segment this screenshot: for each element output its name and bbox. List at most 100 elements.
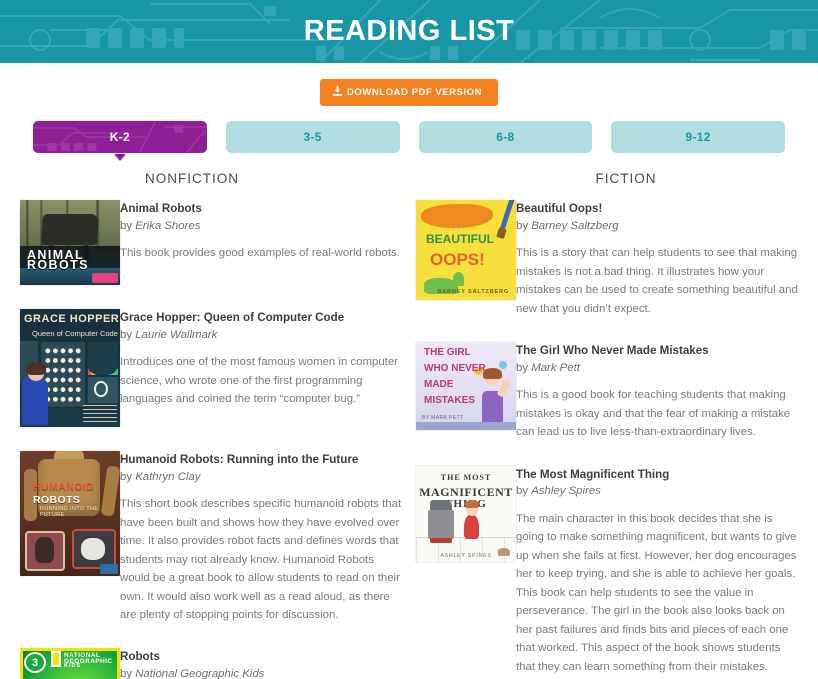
- book-author-name: Barney Saltzberg: [531, 219, 619, 232]
- cover-girl-body-art: [482, 391, 503, 425]
- book-item: BEAUTIFUL OOPS! BARNEY SALTZBERG Beautif…: [416, 200, 798, 318]
- book-cover-cell: ANIMAL ROBOTS: [20, 200, 120, 285]
- download-icon: [332, 86, 342, 99]
- cover-author-line: ASHLEY SPIRES: [440, 552, 492, 559]
- cover-title-line-1: GRACE HOPPER: [24, 312, 120, 325]
- cover-robot-art: [41, 213, 99, 245]
- cover-title-line-2: OOPS!: [430, 250, 485, 269]
- cover-author-line: BY MARK PETT: [422, 415, 464, 422]
- cover-author-line: BARNEY SALTZBERG: [437, 289, 509, 295]
- tab-k-2[interactable]: K-2: [33, 121, 207, 161]
- cover-girl-body-art: [464, 513, 479, 539]
- book-columns: ANIMAL ROBOTS Animal Robots by Erika Sho…: [0, 186, 818, 679]
- cover-wires-art: [88, 342, 118, 376]
- cover-title-line-2: ROBOTS: [33, 493, 81, 506]
- book-title: The Most Magnificent Thing: [516, 467, 670, 481]
- book-info: The Most Magnificent Thing by Ashley Spi…: [516, 466, 798, 676]
- cover-paint-splash-art: [421, 204, 493, 228]
- book-title: The Girl Who Never Made Mistakes: [516, 344, 709, 358]
- cover-paintbrush-art: [499, 200, 516, 230]
- book-by-label: by: [516, 361, 532, 374]
- tab-k-2-label: K-2: [109, 130, 130, 144]
- book-author: by Barney Saltzberg: [516, 218, 798, 235]
- book-item: ANIMAL ROBOTS Animal Robots by Erika Sho…: [20, 200, 402, 285]
- book-info: Beautiful Oops! by Barney Saltzberg This…: [516, 200, 798, 318]
- book-title: Humanoid Robots: Running into the Future: [120, 453, 359, 466]
- nonfiction-heading: NONFICTION: [145, 171, 239, 186]
- book-description: This is a story that can help students t…: [516, 247, 798, 315]
- book-by-label: by: [516, 485, 532, 498]
- download-pdf-button[interactable]: DOWNLOAD PDF VERSION: [319, 79, 499, 106]
- cover-level-badge: 3: [24, 651, 46, 673]
- book-info: Humanoid Robots: Running into the Future…: [120, 451, 402, 624]
- book-cover-girl-who-never-made-mistakes[interactable]: THE GIRL WHO NEVER MADE MISTAKES BY MARK…: [416, 342, 516, 431]
- natgeo-logo-icon: [51, 651, 61, 667]
- book-by-label: by: [120, 328, 136, 341]
- book-author-name: National Geographic Kids: [135, 668, 265, 679]
- cover-publisher-badge: [92, 272, 118, 283]
- cover-title-line-3: RUNNING INTO THE FUTURE: [40, 506, 99, 518]
- book-cover-cell: THE GIRL WHO NEVER MADE MISTAKES BY MARK…: [416, 342, 516, 442]
- book-description: Introduces one of the most famous women …: [120, 356, 398, 406]
- tab-3-5-label: 3-5: [303, 130, 322, 144]
- cover-woman-body-art: [22, 377, 48, 425]
- book-item: THE GIRL WHO NEVER MADE MISTAKES BY MARK…: [416, 342, 798, 442]
- book-cover-humanoid-robots[interactable]: HUMANOID ROBOTS RUNNING INTO THE FUTURE: [20, 451, 120, 576]
- book-description: This short book describes specific human…: [120, 498, 402, 621]
- cover-dials-art: [43, 345, 83, 404]
- book-title: Robots: [120, 650, 160, 664]
- book-title: Grace Hopper: Queen of Computer Code: [120, 311, 345, 324]
- cover-title-line-2: ROBOTS: [27, 257, 89, 272]
- cover-title-line-1: THE MOST: [440, 473, 492, 483]
- book-author: by Laurie Wallmark: [120, 327, 402, 344]
- cover-photo-inset-2-art: [72, 528, 116, 569]
- book-author: by Mark Pett: [516, 360, 798, 377]
- cover-title-line-1: BEAUTIFUL: [426, 232, 494, 246]
- cover-ground-art: [416, 422, 516, 431]
- tab-3-5[interactable]: 3-5: [225, 121, 400, 153]
- book-cover-robots-natgeo[interactable]: 3 NATIONAL GEOGRAPHIC KIDS Robots: [20, 648, 120, 679]
- book-author: by Erika Shores: [120, 218, 402, 235]
- book-info: Grace Hopper: Queen of Computer Code by …: [120, 309, 402, 427]
- book-author-name: Laurie Wallmark: [135, 328, 218, 341]
- cover-woman-hair-art: [26, 362, 46, 376]
- book-item: THE MOST MAGNIFICENT THING ASHLEY SPIRES…: [416, 465, 798, 676]
- book-item: HUMANOID ROBOTS RUNNING INTO THE FUTURE …: [20, 451, 402, 624]
- tab-6-8[interactable]: 6-8: [418, 121, 593, 153]
- tab-6-8-label: 6-8: [496, 130, 515, 144]
- book-info: Robots by National Geographic Kids This …: [120, 648, 402, 679]
- book-title: Beautiful Oops!: [516, 202, 603, 215]
- tab-9-12-label: 9-12: [685, 130, 711, 144]
- book-author: by National Geographic Kids: [120, 666, 402, 679]
- book-cover-cell: 3 NATIONAL GEOGRAPHIC KIDS Robots: [20, 648, 120, 679]
- book-by-label: by: [516, 219, 532, 232]
- book-cover-grace-hopper[interactable]: GRACE HOPPER Queen of Computer Code: [20, 309, 120, 427]
- book-cover-cell: BEAUTIFUL OOPS! BARNEY SALTZBERG: [416, 200, 516, 318]
- book-description: The main character in this book decides …: [516, 512, 797, 673]
- download-pdf-label: DOWNLOAD PDF VERSION: [346, 87, 483, 98]
- book-author-name: Ashley Spires: [531, 485, 601, 498]
- cover-title-line-3: MADE: [424, 379, 454, 390]
- book-description: This book provides good examples of real…: [120, 247, 400, 260]
- cover-title-line-2: WHO NEVER: [424, 363, 486, 375]
- book-author-name: Kathryn Clay: [135, 470, 201, 483]
- grade-level-tabs: K-2 3-5 6-8 9-12: [0, 121, 818, 165]
- book-cover-animal-robots[interactable]: ANIMAL ROBOTS: [20, 200, 120, 285]
- cover-credits-art: [83, 404, 117, 424]
- tab-9-12[interactable]: 9-12: [611, 121, 785, 153]
- book-info: Animal Robots by Erika Shores This book …: [120, 200, 402, 285]
- cover-photo-inset-1-art: [25, 531, 65, 571]
- fiction-heading: FICTION: [595, 171, 657, 186]
- book-cover-beautiful-oops[interactable]: BEAUTIFUL OOPS! BARNEY SALTZBERG: [416, 200, 516, 300]
- cover-title-line-1: HUMANOID: [33, 481, 94, 493]
- book-cover-most-magnificent-thing[interactable]: THE MOST MAGNIFICENT THING ASHLEY SPIRES: [416, 465, 516, 562]
- cover-publisher-badge: [100, 564, 118, 574]
- book-by-label: by: [120, 470, 136, 483]
- book-item: GRACE HOPPER Queen of Computer Code Grac…: [20, 309, 402, 427]
- page-title: READING LIST: [303, 15, 515, 47]
- book-title: Animal Robots: [120, 202, 202, 215]
- cover-wagon-art: [428, 509, 454, 543]
- book-author-name: Mark Pett: [531, 361, 580, 374]
- cover-title-line-1: THE GIRL: [424, 347, 471, 359]
- cover-ball-2-art: [499, 361, 507, 370]
